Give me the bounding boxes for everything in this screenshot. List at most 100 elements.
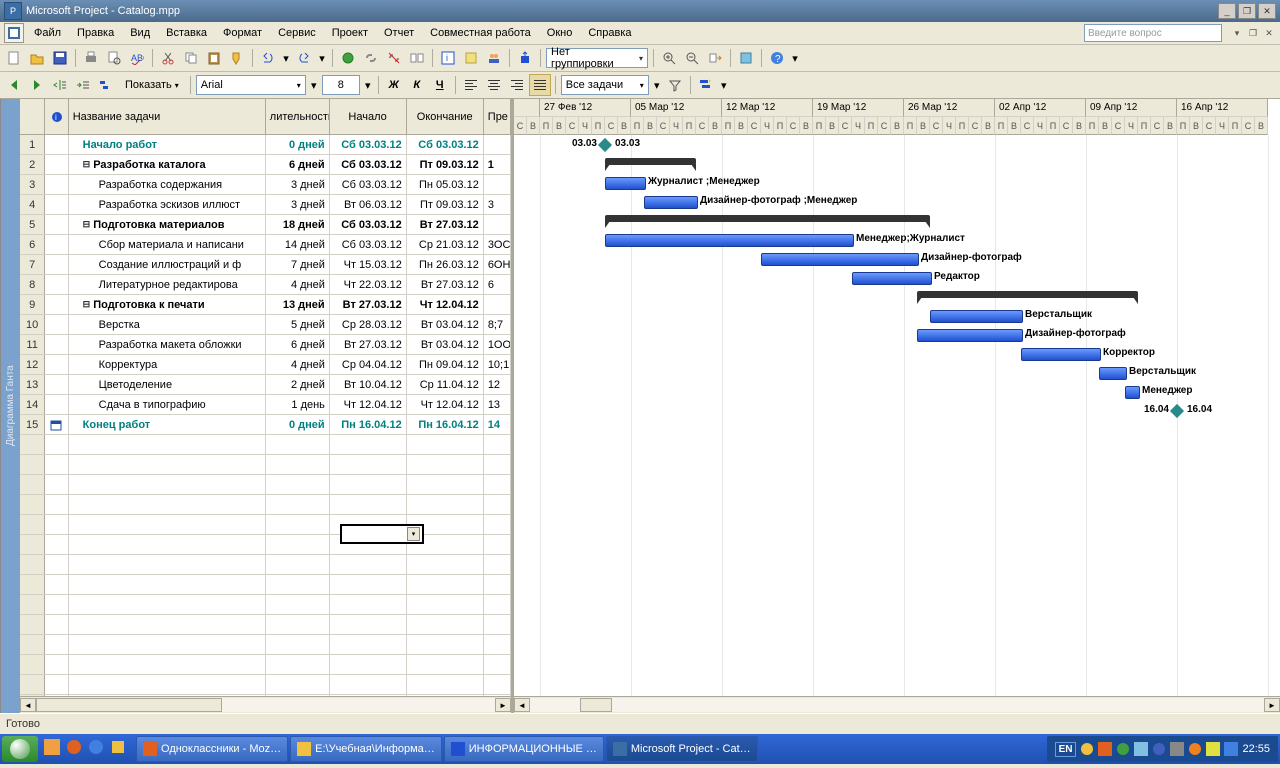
unlink-icon[interactable] <box>384 48 404 68</box>
gantt-bar[interactable] <box>605 158 696 165</box>
assign-icon[interactable] <box>484 48 504 68</box>
clock[interactable]: 22:55 <box>1242 743 1270 755</box>
tray-icon[interactable] <box>1080 742 1094 756</box>
table-row[interactable] <box>20 615 511 635</box>
tray-icon[interactable] <box>1188 742 1202 756</box>
menu-файл[interactable]: Файл <box>26 25 69 41</box>
menu-вид[interactable]: Вид <box>122 25 158 41</box>
menu-формат[interactable]: Формат <box>215 25 270 41</box>
open-icon[interactable] <box>27 48 47 68</box>
gantt-bar[interactable] <box>761 253 919 266</box>
table-row[interactable] <box>20 575 511 595</box>
quicklaunch-icon[interactable] <box>110 739 130 759</box>
show-subtasks-icon[interactable] <box>96 75 116 95</box>
table-row[interactable] <box>20 635 511 655</box>
menu-справка[interactable]: Справка <box>580 25 639 41</box>
font-dropdown-icon[interactable]: ▾ <box>309 75 319 95</box>
menu-правка[interactable]: Правка <box>69 25 122 41</box>
tray-icon[interactable] <box>1134 742 1148 756</box>
link-icon[interactable] <box>361 48 381 68</box>
font-combo[interactable]: Arial▾ <box>196 75 306 95</box>
gantt-chart[interactable]: 03.0303.03Журналист ;МенеджерДизайнер-фо… <box>514 135 1280 696</box>
gantt-bar[interactable] <box>1021 348 1101 361</box>
table-row[interactable] <box>20 535 511 555</box>
mdi-restore-button[interactable]: ❐ <box>1246 26 1260 40</box>
taskbar-button[interactable]: Одноклассники - Moz… <box>136 736 288 762</box>
table-row[interactable]: 5⊟Подготовка материалов18 днейСб 03.03.1… <box>20 215 511 235</box>
table-row[interactable]: 13Цветоделение2 днейВт 10.04.12Ср 11.04.… <box>20 375 511 395</box>
help-icon[interactable]: ? <box>767 48 787 68</box>
menu-отчет[interactable]: Отчет <box>376 25 422 41</box>
print-icon[interactable] <box>81 48 101 68</box>
gantt-bar[interactable] <box>605 177 646 190</box>
gantt-bar[interactable] <box>917 291 1138 298</box>
scroll-right-icon[interactable]: ► <box>1264 698 1280 712</box>
table-hscroll[interactable]: ◄ ► <box>20 696 511 713</box>
gantt-bar[interactable] <box>852 272 932 285</box>
table-row[interactable]: 11Разработка макета обложки6 днейВт 27.0… <box>20 335 511 355</box>
print-preview-icon[interactable] <box>104 48 124 68</box>
minimize-button[interactable]: _ <box>1218 3 1236 19</box>
menu-совместная работа[interactable]: Совместная работа <box>422 25 539 41</box>
quicklaunch-icon[interactable] <box>66 739 86 759</box>
maximize-button[interactable]: ❐ <box>1238 3 1256 19</box>
underline-button[interactable]: Ч <box>430 75 450 95</box>
taskbar-button[interactable]: ИНФОРМАЦИОННЫЕ … <box>444 736 604 762</box>
timescale[interactable]: 27 Фев '1205 Мар '1212 Мар '1219 Мар '12… <box>514 99 1280 135</box>
table-row[interactable] <box>20 515 511 535</box>
redo-icon[interactable] <box>294 48 314 68</box>
header-end[interactable]: Окончание <box>407 99 484 135</box>
menu-окно[interactable]: Окно <box>539 25 581 41</box>
bold-button[interactable]: Ж <box>384 75 404 95</box>
toolbar2-options-icon[interactable]: ▾ <box>719 75 729 95</box>
gantt-bar[interactable] <box>644 196 698 209</box>
autofilter-icon[interactable] <box>665 75 685 95</box>
group-combo[interactable]: Нет группировки▾ <box>546 48 648 68</box>
table-row[interactable]: 12Корректура4 днейСр 04.04.12Пн 09.04.12… <box>20 355 511 375</box>
filter-dropdown-icon[interactable]: ▾ <box>652 75 662 95</box>
scroll-left-icon[interactable]: ◄ <box>20 698 36 712</box>
taskbar-button[interactable]: Microsoft Project - Cat… <box>606 736 758 762</box>
task-info-icon[interactable]: i <box>438 48 458 68</box>
quicklaunch-icon[interactable] <box>88 739 108 759</box>
project-icon-button[interactable] <box>4 23 24 43</box>
table-row[interactable] <box>20 455 511 475</box>
format-painter-icon[interactable] <box>227 48 247 68</box>
table-row[interactable]: 7Создание иллюстраций и ф7 днейЧт 15.03.… <box>20 255 511 275</box>
tray-icon[interactable] <box>1116 742 1130 756</box>
table-row[interactable]: 4Разработка эскизов иллюст3 днейВт 06.03… <box>20 195 511 215</box>
align-center-button[interactable] <box>484 75 504 95</box>
size-dropdown-icon[interactable]: ▾ <box>363 75 373 95</box>
gantt-wizard-icon[interactable] <box>696 75 716 95</box>
gantt-bar[interactable] <box>605 234 854 247</box>
header-rownum[interactable] <box>20 99 45 135</box>
show-outline-button[interactable]: Показать▾ <box>119 76 185 94</box>
table-row[interactable]: 14Сдача в типографию1 деньЧт 12.04.12Чт … <box>20 395 511 415</box>
table-row[interactable] <box>20 695 511 696</box>
gantt-bar[interactable] <box>1125 386 1140 399</box>
undo-dropdown-icon[interactable]: ▾ <box>281 48 291 68</box>
gantt-bar[interactable] <box>1099 367 1127 380</box>
dropdown-icon[interactable]: ▾ <box>407 527 420 541</box>
table-row[interactable] <box>20 595 511 615</box>
zoom-out-icon[interactable] <box>682 48 702 68</box>
gantt-hscroll[interactable]: ◄ ► <box>514 696 1280 713</box>
tray-icon[interactable] <box>1170 742 1184 756</box>
notes-icon[interactable] <box>461 48 481 68</box>
nav-forward-icon[interactable] <box>27 75 47 95</box>
copy-picture-icon[interactable] <box>736 48 756 68</box>
paste-icon[interactable] <box>204 48 224 68</box>
header-pred[interactable]: Пре <box>484 99 511 135</box>
table-row[interactable] <box>20 475 511 495</box>
view-bar[interactable]: Диаграмма Ганта <box>0 99 20 713</box>
undo-icon[interactable] <box>258 48 278 68</box>
menu-проект[interactable]: Проект <box>324 25 376 41</box>
gantt-bar[interactable] <box>930 310 1023 323</box>
toolbar-options-icon[interactable]: ▾ <box>790 48 800 68</box>
zoom-in-icon[interactable] <box>659 48 679 68</box>
gantt-bar[interactable] <box>605 215 930 222</box>
tray-icon[interactable] <box>1152 742 1166 756</box>
scroll-left-icon[interactable]: ◄ <box>514 698 530 712</box>
mdi-minimize-button[interactable]: ▾ <box>1230 26 1244 40</box>
tray-icon[interactable] <box>1206 742 1220 756</box>
